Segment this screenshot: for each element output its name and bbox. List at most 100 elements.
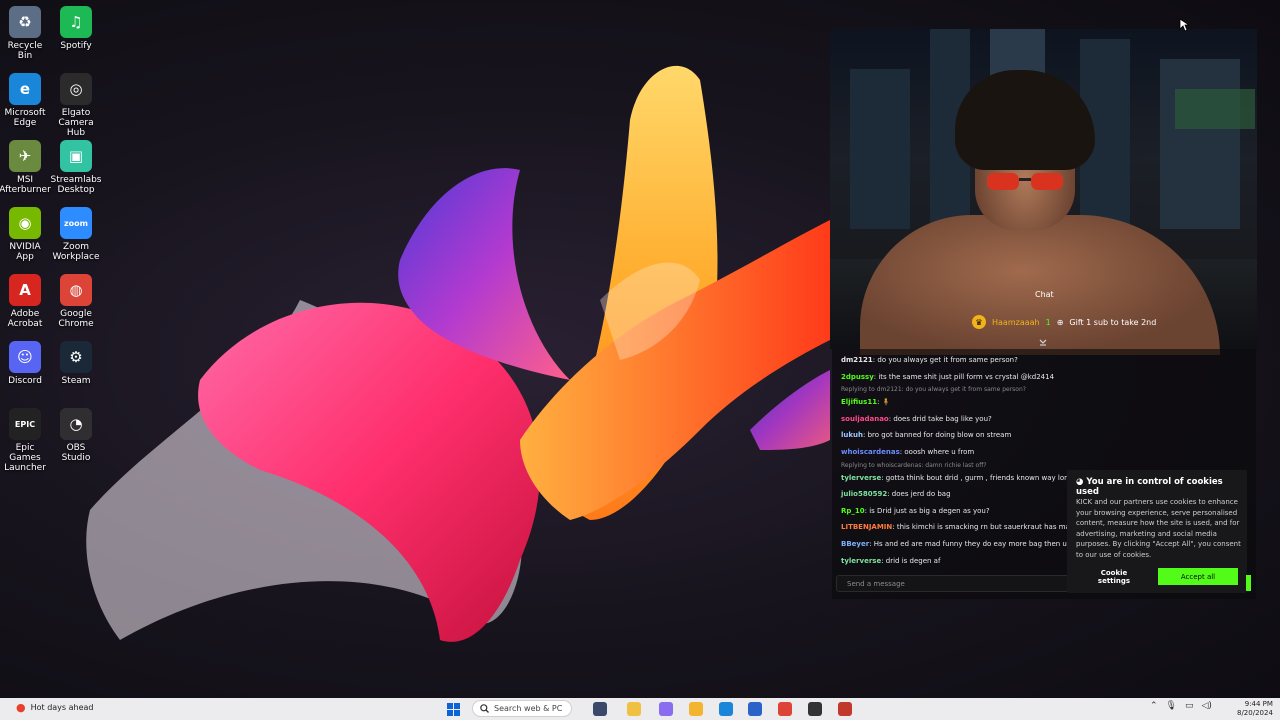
taskbar-search[interactable]: Search web & PC <box>472 700 572 717</box>
chat-text: : this kimchi is smacking rn but sauerkr… <box>892 523 1092 532</box>
desktop-icon-msi-afterburner[interactable]: ✈ MSI Afterburner <box>0 140 51 195</box>
send-button[interactable] <box>1246 575 1251 591</box>
mic-icon[interactable]: 🎙 <box>1166 701 1177 711</box>
desktop-icon-label: Adobe Acrobat <box>7 309 43 329</box>
chat-username[interactable]: souljadanao <box>841 415 889 423</box>
chat-username[interactable]: 2dpussy <box>841 373 874 381</box>
chat-username[interactable]: tylerverse <box>841 557 881 565</box>
chat-message: dm2121: do you always get it from same p… <box>841 356 1018 364</box>
desktop-icon-discord[interactable]: ☺ Discord <box>0 341 50 386</box>
desktop-icon-label: Zoom Workplace <box>52 242 100 262</box>
desktop-icon-elgato-camera-hub[interactable]: ◎ Elgato Camera Hub <box>51 73 101 138</box>
mouse-cursor-icon <box>1179 18 1189 32</box>
taskbar-app-file-explorer-icon[interactable] <box>627 702 641 716</box>
clock-date: 8/20/2024 <box>1237 709 1273 717</box>
chevron-up-icon[interactable]: ⌃ <box>1150 701 1158 711</box>
nvidia-app-icon: ◉ <box>9 207 41 239</box>
chat-text: : does drid take bag like you? <box>888 414 992 423</box>
chat-text: : Hs and ed are mad funny they do eay mo… <box>869 540 1089 548</box>
desktop-icon-label: Discord <box>8 376 42 386</box>
desktop-icon-label: MSI Afterburner <box>0 175 51 195</box>
chat-username[interactable]: LITBENJAMIN <box>841 523 892 531</box>
chat-message: 2dpussy: its the same shit just pill for… <box>841 373 1054 381</box>
chat-username[interactable]: lukuh <box>841 431 863 439</box>
chat-username[interactable]: julio580592 <box>841 490 887 498</box>
search-icon <box>480 704 489 713</box>
taskbar-app-folder-icon[interactable] <box>689 702 703 716</box>
desktop-icon-zoom-workplace[interactable]: zoom Zoom Workplace <box>51 207 101 262</box>
chat-username[interactable]: tylerverse <box>841 474 881 482</box>
desktop-icon-nvidia-app[interactable]: ◉ NVIDIA App <box>0 207 50 262</box>
chat-text: : drid is degen af <box>881 556 941 565</box>
chat-username[interactable]: Eljifius11 <box>841 398 877 406</box>
taskbar-app-terminal-icon[interactable] <box>808 702 822 716</box>
stream-chat-label: Chat <box>1035 290 1054 299</box>
desktop-icon-label: NVIDIA App <box>9 242 41 262</box>
taskbar-app-copilot-icon[interactable] <box>659 702 673 716</box>
crown-icon: ♛ <box>972 315 986 329</box>
taskbar-app-task-view-icon[interactable] <box>593 702 607 716</box>
chat-text: : ooosh where u from <box>899 448 975 456</box>
cookie-settings-button[interactable]: Cookie settings <box>1081 568 1147 585</box>
chat-username[interactable]: BBeyer <box>841 540 869 548</box>
chat-text: : bro got banned for doing blow on strea… <box>863 431 1012 440</box>
weather-text: Hot days ahead <box>30 703 94 712</box>
cookie-icon: ◕ <box>1076 477 1084 487</box>
chat-text: : do you always get it from same person? <box>872 356 1018 364</box>
desktop-icon-label: Google Chrome <box>58 309 94 329</box>
microsoft-edge-icon: e <box>9 73 41 105</box>
chat-username[interactable]: Rp_10 <box>841 507 865 515</box>
volume-icon[interactable]: ◁) <box>1202 701 1212 711</box>
spotify-icon: ♫ <box>60 6 92 38</box>
taskbar-app-store-icon[interactable] <box>748 702 762 716</box>
desktop-icon-label: Recycle Bin <box>7 41 43 61</box>
search-placeholder: Search web & PC <box>494 704 563 713</box>
chat-message: lukuh: bro got banned for doing blow on … <box>841 431 1011 439</box>
desktop-icon-microsoft-edge[interactable]: e Microsoft Edge <box>0 73 50 128</box>
cookie-title: ◕ You are in control of cookies used <box>1076 477 1247 497</box>
display-icon[interactable]: ▭ <box>1185 701 1194 711</box>
taskbar-app-chrome-icon[interactable] <box>778 702 792 716</box>
desktop-icon-label: OBS Studio <box>61 443 91 463</box>
chat-text: : its the same shit just pill form vs cr… <box>873 372 1055 381</box>
desktop-icon-obs-studio[interactable]: ◔ OBS Studio <box>51 408 101 463</box>
desktop-icon-spotify[interactable]: ♫ Spotify <box>51 6 101 51</box>
epic-games-launcher-icon: EPIC <box>9 408 41 440</box>
chat-message: Eljifius11: 🧍 <box>841 398 890 406</box>
desktop-icon-recycle-bin[interactable]: ♻ Recycle Bin <box>0 6 50 61</box>
desktop-icon-label: Steam <box>61 376 91 386</box>
desktop-icon-adobe-acrobat[interactable]: A Adobe Acrobat <box>0 274 50 329</box>
desktop-icon-streamlabs-desktop[interactable]: ▣ Streamlabs Desktop <box>51 140 102 195</box>
desktop-icon-epic-games-launcher[interactable]: EPIC Epic Games Launcher <box>0 408 50 473</box>
chat-username[interactable]: whoiscardenas <box>841 448 900 456</box>
gift-icon: ⊕ <box>1056 317 1064 327</box>
chat-username[interactable]: dm2121 <box>841 356 873 364</box>
desktop-icon-label: Spotify <box>60 41 92 51</box>
pinned-gift-bar[interactable]: ♛ Haamzaaah 1 ⊕ Gift 1 sub to take 2nd <box>972 312 1156 332</box>
cookie-dialog: ◕ You are in control of cookies used KIC… <box>1067 470 1247 593</box>
adobe-acrobat-icon: A <box>9 274 41 306</box>
pinned-gift-text: Gift 1 sub to take 2nd <box>1069 317 1157 327</box>
accept-all-button[interactable]: Accept all <box>1158 568 1238 585</box>
desktop-icon-google-chrome[interactable]: ◍ Google Chrome <box>51 274 101 329</box>
elgato-camera-hub-icon: ◎ <box>60 73 92 105</box>
chat-text: : is Drid just as big a degen as you? <box>864 506 990 515</box>
desktop-icon-label: Epic Games Launcher <box>4 443 46 473</box>
obs-studio-icon: ◔ <box>60 408 92 440</box>
desktop-icon-steam[interactable]: ⚙ Steam <box>51 341 101 386</box>
taskbar-app-edge-icon[interactable] <box>719 702 733 716</box>
chat-reply-context: Replying to dm2121: do you always get it… <box>841 386 1026 394</box>
steam-icon: ⚙ <box>60 341 92 373</box>
pinned-user: Haamzaaah <box>992 317 1040 327</box>
desktop-icon-label: Microsoft Edge <box>4 108 46 128</box>
taskbar-app-record-icon[interactable] <box>838 702 852 716</box>
weather-widget[interactable]: ● Hot days ahead <box>16 701 94 714</box>
chevron-down-icon[interactable] <box>1038 337 1048 347</box>
chat-message: whoiscardenas: ooosh where u from <box>841 448 974 456</box>
start-button[interactable] <box>447 703 460 716</box>
chat-text: : 🧍 <box>877 398 891 407</box>
chat-message: Rp_10: is Drid just as big a degen as yo… <box>841 507 990 515</box>
taskbar: ● Hot days ahead Search web & PC ⌃ 🎙 ▭ ◁… <box>0 698 1280 720</box>
chat-text: : does jerd do bag <box>887 490 951 499</box>
clock[interactable]: 9:44 PM 8/20/2024 <box>1237 700 1273 718</box>
